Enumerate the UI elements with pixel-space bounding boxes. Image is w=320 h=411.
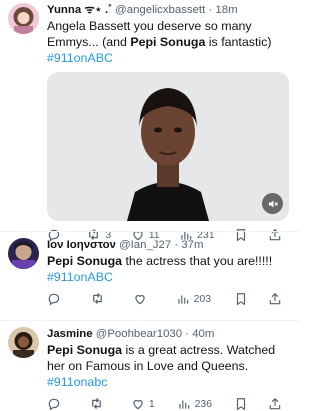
retweet-button[interactable] [90,291,110,306]
reply-icon [48,293,60,305]
mention-name: Pepi Sonuga [47,254,123,268]
bookmark-button[interactable] [234,397,254,411]
user-handle[interactable]: @Poohbear1030 [96,328,182,340]
retweet-icon [92,293,102,304]
bookmark-icon [236,292,246,305]
reply-button[interactable] [47,292,67,306]
avatar[interactable] [8,238,39,269]
timestamp[interactable]: 37m [181,239,203,251]
display-name[interactable]: Yunna ᯤ⋆ .˚ [47,4,112,16]
views-icon [178,400,189,409]
sound-icon [268,200,278,207]
separator-dot: · [185,328,190,340]
tweet-video[interactable] [47,72,289,221]
share-button[interactable] [268,292,288,306]
like-icon [133,399,143,409]
display-name[interactable]: Ιον Ιοηνστον [47,239,116,251]
separator-dot: · [174,239,179,251]
user-handle[interactable]: @angelicxbassett [115,4,205,16]
avatar[interactable] [8,3,39,34]
video-frame [47,72,289,221]
views-count: 236 [194,397,213,410]
bookmark-icon [236,397,246,410]
like-icon [135,294,145,304]
sound-toggle[interactable] [262,193,283,214]
like-button[interactable]: 1 [131,397,155,411]
tweet-text: Pepi Sonuga is a great actress. Watched … [47,343,276,389]
views-button[interactable]: 203 [176,292,212,306]
like-button[interactable] [133,292,153,306]
hashtag-link[interactable]: #911onabc [47,375,107,389]
tweet-text: Angela Bassett you deserve so many Emmys… [47,19,272,65]
views-button[interactable]: 236 [177,397,213,411]
reply-icon [48,398,60,410]
timestamp[interactable]: 18m [215,4,237,16]
hashtag-link[interactable]: #911onABC [47,270,113,284]
avatar[interactable] [8,327,39,358]
mention-name: Pepi Sonuga [130,35,206,49]
tweet-header: Yunna ᯤ⋆ .˚ @angelicxbassett · 18m [47,3,290,17]
like-count: 1 [148,397,155,410]
tweet[interactable]: Ιον Ιοηνστον @Ian_J27 · 37m Pepi Sonuga … [0,231,300,320]
tweet-header: Jasmine @Poohbear1030 · 40m [47,327,290,341]
user-handle[interactable]: @Ian_J27 [119,239,171,251]
timestamp[interactable]: 40m [192,328,214,340]
tweet-actions: 1 236 [47,396,290,411]
tweet-text: Pepi Sonuga the actress that you are!!!!… [47,254,273,284]
share-icon [269,292,281,304]
reply-button[interactable] [47,397,67,411]
tweet[interactable]: Yunna ᯤ⋆ .˚ @angelicxbassett · 18m Angel… [0,0,300,241]
display-name[interactable]: Jasmine [47,328,93,340]
tweet[interactable]: Jasmine @Poohbear1030 · 40m Pepi Sonuga … [0,320,300,410]
share-icon [269,397,281,409]
tweet-header: Ιον Ιοηνστον @Ian_J27 · 37m [47,238,290,252]
retweet-icon [92,398,101,409]
separator-dot: · [208,4,213,16]
retweet-button[interactable] [89,396,109,411]
share-button[interactable] [268,397,288,411]
mention-name: Pepi Sonuga [47,343,123,357]
views-icon [177,295,188,304]
views-count: 203 [193,292,212,305]
tweet-actions: 203 [47,291,290,306]
bookmark-button[interactable] [234,292,254,306]
hashtag-link[interactable]: #911onABC [47,51,113,65]
